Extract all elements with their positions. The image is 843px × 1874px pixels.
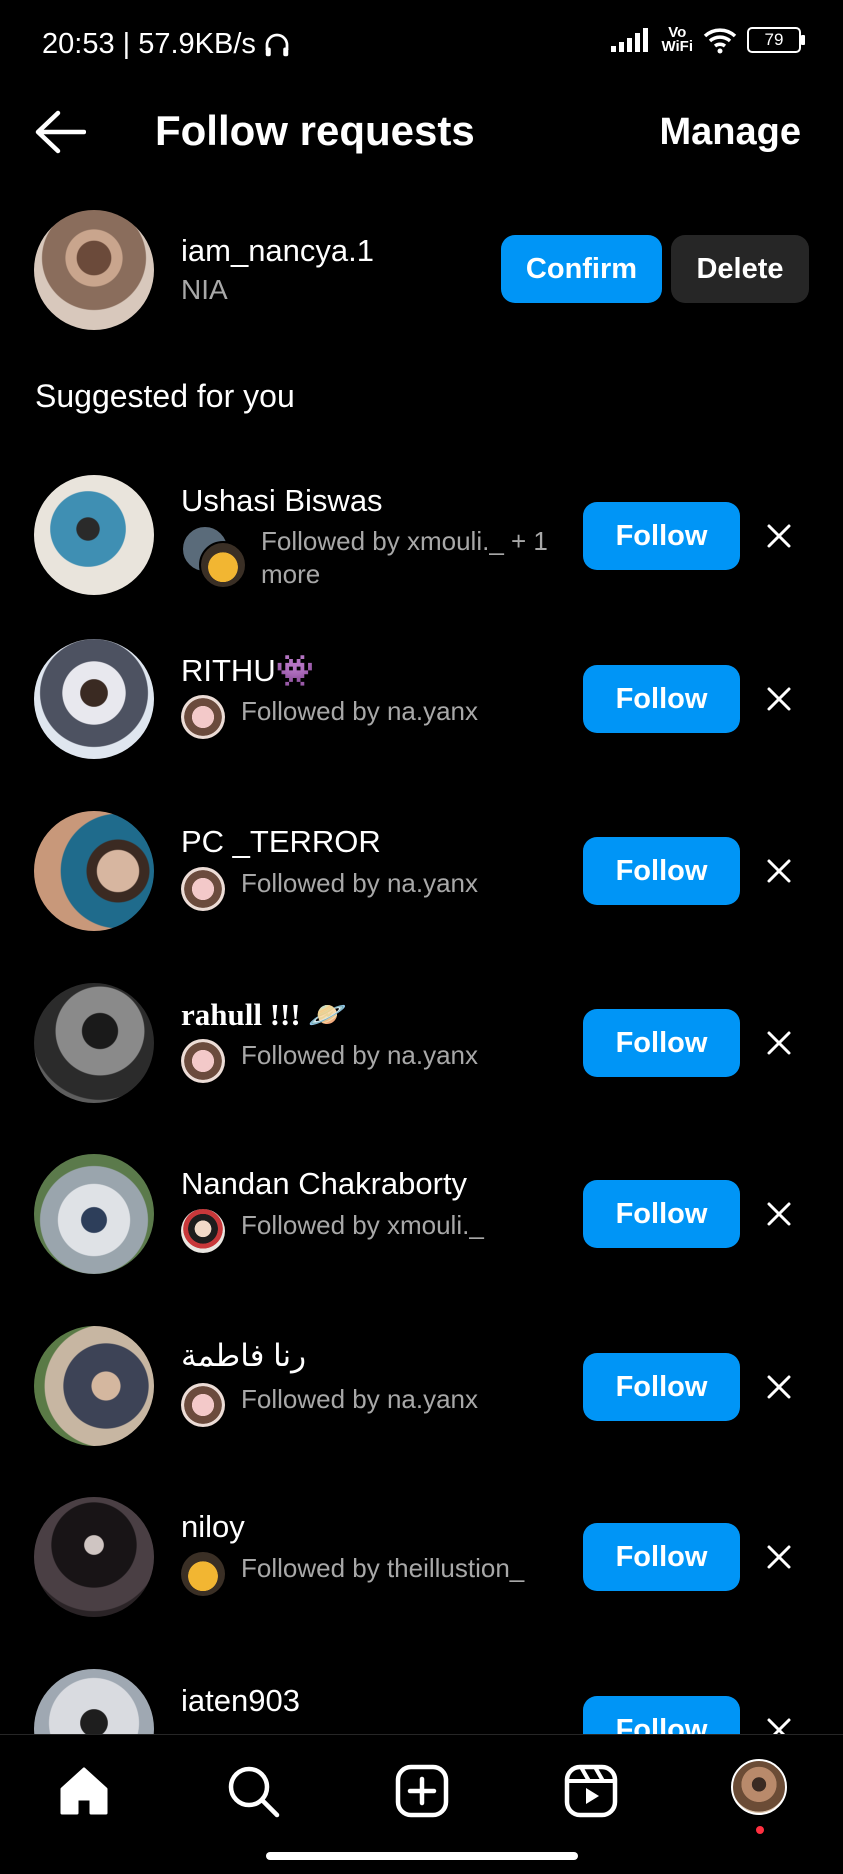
dismiss-icon[interactable] <box>766 1030 792 1056</box>
home-icon[interactable] <box>56 1763 112 1819</box>
follow-button[interactable]: Follow <box>583 502 740 570</box>
user-name[interactable]: RITHU👾 <box>181 652 314 689</box>
follow-button[interactable]: Follow <box>583 1009 740 1077</box>
dismiss-icon[interactable] <box>766 1201 792 1227</box>
back-arrow-icon[interactable] <box>34 110 86 154</box>
followed-by: Followed by na.yanx <box>181 867 478 911</box>
search-icon[interactable] <box>225 1763 281 1819</box>
signal-icon <box>611 28 649 52</box>
requester-username[interactable]: iam_nancya.1 <box>181 233 374 269</box>
wifi-icon <box>703 28 737 54</box>
notification-dot <box>756 1826 764 1834</box>
confirm-button[interactable]: Confirm <box>501 235 662 303</box>
followed-by: Followed by na.yanx <box>181 1383 478 1427</box>
suggested-row: rahull !!! 🪐 Followed by na.yanx Follow <box>0 982 843 1142</box>
suggested-row: RITHU👾 Followed by na.yanx Follow <box>0 638 843 798</box>
suggested-row: Ushasi Biswas Followed by xmouli._ + 1 m… <box>0 473 843 633</box>
status-left: 20:53 | 57.9KB/s <box>42 28 292 61</box>
user-avatar[interactable] <box>34 983 154 1103</box>
dismiss-icon[interactable] <box>766 1374 792 1400</box>
followed-by-text: Followed by xmouli._ <box>241 1210 484 1240</box>
followed-by-text: Followed by xmouli._ + 1 more <box>261 526 548 589</box>
mutual-avatars <box>181 525 247 589</box>
page-title: Follow requests <box>155 107 475 154</box>
follow-request-row: iam_nancya.1 NIA Confirm Delete <box>0 208 843 332</box>
followed-by: Followed by na.yanx <box>181 695 478 739</box>
reels-icon[interactable] <box>563 1763 619 1819</box>
followed-by-text: Followed by na.yanx <box>241 868 479 898</box>
followed-by: Followed by na.yanx <box>181 1039 478 1083</box>
headphones-icon <box>265 33 289 56</box>
user-avatar[interactable] <box>34 475 154 595</box>
dismiss-icon[interactable] <box>766 523 792 549</box>
suggested-row: PC _TERROR Followed by na.yanx Follow <box>0 810 843 970</box>
user-name[interactable]: niloy <box>181 1509 245 1545</box>
follow-button[interactable]: Follow <box>583 1523 740 1591</box>
dismiss-icon[interactable] <box>766 1544 792 1570</box>
followed-by-text: Followed by theillustion_ <box>241 1553 525 1583</box>
create-icon[interactable] <box>394 1763 450 1819</box>
suggested-row: رنا فاطمة Followed by na.yanx Follow <box>0 1326 843 1486</box>
user-avatar[interactable] <box>34 1154 154 1274</box>
followed-by: Followed by theillustion_ <box>181 1552 524 1596</box>
mutual-avatar <box>181 1039 225 1083</box>
home-indicator <box>266 1852 578 1860</box>
delete-button[interactable]: Delete <box>671 235 809 303</box>
requester-avatar[interactable] <box>34 210 154 330</box>
user-avatar[interactable] <box>34 1326 154 1446</box>
mutual-avatar <box>181 1209 225 1253</box>
suggested-row: niloy Followed by theillustion_ Follow <box>0 1497 843 1657</box>
header: Follow requests Manage <box>0 95 843 175</box>
user-name[interactable]: iaten903 <box>181 1683 300 1719</box>
battery-level: 79 <box>764 30 784 49</box>
user-avatar[interactable] <box>34 1497 154 1617</box>
status-right: Vo WiFi 79 <box>611 25 805 55</box>
user-avatar[interactable] <box>34 811 154 931</box>
battery-icon: 79 <box>747 27 805 53</box>
mutual-avatar <box>181 867 225 911</box>
follow-button[interactable]: Follow <box>583 837 740 905</box>
user-name[interactable]: رنا فاطمة <box>181 1338 306 1374</box>
user-name[interactable]: PC _TERROR <box>181 824 381 860</box>
follow-button[interactable]: Follow <box>583 665 740 733</box>
followed-by: Followed by xmouli._ <box>181 1209 484 1253</box>
requester-name: NIA <box>181 274 228 305</box>
follow-button[interactable]: Follow <box>583 1353 740 1421</box>
followed-by: Followed by xmouli._ + 1 more <box>181 525 551 591</box>
dismiss-icon[interactable] <box>766 858 792 884</box>
followed-by-text: Followed by na.yanx <box>241 1040 479 1070</box>
manage-button[interactable]: Manage <box>660 111 801 154</box>
user-avatar[interactable] <box>34 639 154 759</box>
status-time-speed: 20:53 | 57.9KB/s <box>42 28 256 60</box>
user-name[interactable]: Ushasi Biswas <box>181 483 383 519</box>
follow-button[interactable]: Follow <box>583 1180 740 1248</box>
suggested-row: Nandan Chakraborty Followed by xmouli._ … <box>0 1154 843 1314</box>
vowifi-indicator: Vo WiFi <box>661 25 693 55</box>
mutual-avatar <box>181 1383 225 1427</box>
mutual-avatar <box>181 695 225 739</box>
status-bar: 20:53 | 57.9KB/s Vo WiFi 79 <box>0 0 843 90</box>
user-name[interactable]: rahull !!! 🪐 <box>181 996 347 1033</box>
dismiss-icon[interactable] <box>766 686 792 712</box>
user-name[interactable]: Nandan Chakraborty <box>181 1166 467 1202</box>
followed-by-text: Followed by na.yanx <box>241 1384 479 1414</box>
suggested-heading: Suggested for you <box>35 378 295 414</box>
followed-by-text: Followed by na.yanx <box>241 696 479 726</box>
mutual-avatar <box>181 1552 225 1596</box>
profile-avatar[interactable] <box>731 1759 787 1815</box>
vowifi-bottom: WiFi <box>661 38 693 55</box>
